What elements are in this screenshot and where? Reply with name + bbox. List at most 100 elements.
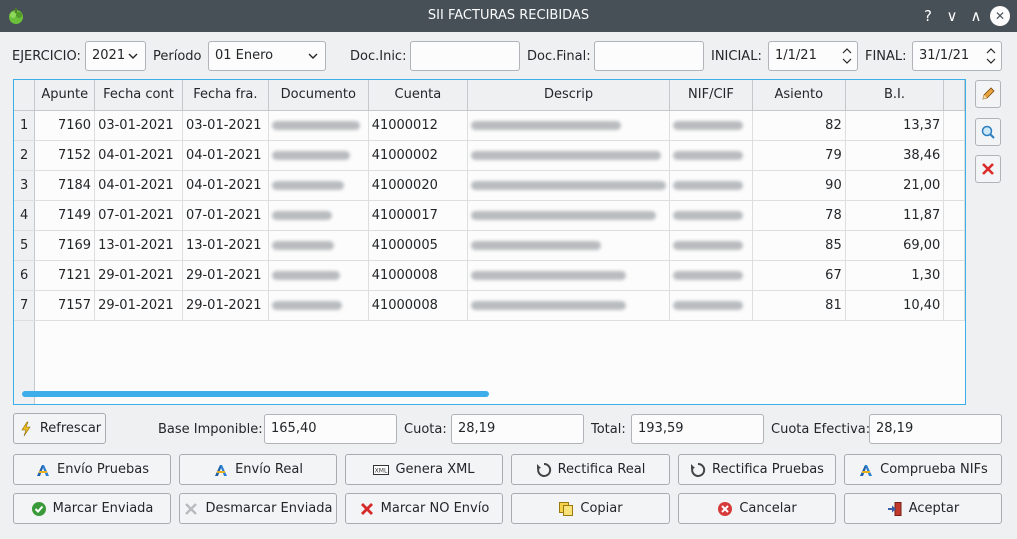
cell-bi[interactable]: 21,00	[845, 170, 945, 201]
row-number[interactable]: 2	[14, 140, 36, 171]
base-imponible-field[interactable]: 165,40	[264, 414, 397, 444]
cell-nif-redacted[interactable]	[669, 290, 753, 321]
cell-descrip-redacted[interactable]	[467, 170, 671, 201]
cell-documento-redacted[interactable]	[268, 170, 369, 201]
cell-bi[interactable]: 38,46	[845, 140, 945, 171]
cell-descrip-redacted[interactable]	[467, 110, 671, 141]
row-number[interactable]: 6	[14, 260, 36, 291]
row-number[interactable]: 5	[14, 230, 36, 261]
marcar-no-envio-button[interactable]: Marcar NO Envío	[345, 493, 503, 524]
refrescar-button[interactable]: Refrescar	[13, 413, 106, 444]
marcar-enviada-button[interactable]: Marcar Enviada	[13, 493, 171, 524]
desmarcar-enviada-button[interactable]: Desmarcar Enviada	[179, 493, 337, 524]
envio-real-button[interactable]: Envío Real	[179, 454, 337, 485]
cell-nif-redacted[interactable]	[669, 170, 753, 201]
cell-bi[interactable]: 11,87	[845, 200, 945, 231]
cell-apunte[interactable]: 7152	[34, 140, 96, 171]
table-row[interactable]: 6 7121 29-01-2021 29-01-2021 41000008 67…	[14, 260, 965, 291]
row-number[interactable]: 7	[14, 290, 36, 321]
total-field[interactable]: 193,59	[631, 414, 764, 444]
rectifica-pruebas-button[interactable]: Rectifica Pruebas	[678, 454, 836, 485]
cell-nif-redacted[interactable]	[669, 260, 753, 291]
cell-apunte[interactable]: 7160	[34, 110, 96, 141]
cell-cuenta[interactable]: 41000017	[368, 200, 469, 231]
cell-asiento[interactable]: 85	[752, 230, 846, 261]
cell-cuenta[interactable]: 41000008	[368, 290, 469, 321]
cell-asiento[interactable]: 67	[752, 260, 846, 291]
horizontal-scrollbar[interactable]	[22, 391, 489, 397]
cell-documento-redacted[interactable]	[268, 110, 369, 141]
table-row[interactable]: 3 7184 04-01-2021 04-01-2021 41000020 90…	[14, 170, 965, 201]
cell-fecha-fra[interactable]: 03-01-2021	[182, 110, 269, 141]
table-row[interactable]: 5 7169 13-01-2021 13-01-2021 41000005 85…	[14, 230, 965, 261]
cell-fecha-fra[interactable]: 29-01-2021	[182, 290, 269, 321]
cell-apunte[interactable]: 7121	[34, 260, 96, 291]
cell-fecha-fra[interactable]: 04-01-2021	[182, 170, 269, 201]
cell-apunte[interactable]: 7157	[34, 290, 96, 321]
cell-fecha-cont[interactable]: 29-01-2021	[94, 260, 183, 291]
cuota-efectiva-field[interactable]: 28,19	[869, 414, 1002, 444]
cell-descrip-redacted[interactable]	[467, 290, 671, 321]
column-header-cuenta[interactable]: Cuenta	[368, 80, 469, 111]
cell-fecha-fra[interactable]: 07-01-2021	[182, 200, 269, 231]
cell-descrip-redacted[interactable]	[467, 230, 671, 261]
cell-fecha-cont[interactable]: 07-01-2021	[94, 200, 183, 231]
column-header-nif-cif[interactable]: NIF/CIF	[669, 80, 753, 111]
column-header-apunte[interactable]: Apunte	[34, 80, 96, 111]
table-row[interactable]: 1 7160 03-01-2021 03-01-2021 41000012 82…	[14, 110, 965, 141]
cell-documento-redacted[interactable]	[268, 140, 369, 171]
cuota-field[interactable]: 28,19	[451, 414, 584, 444]
cell-fecha-cont[interactable]: 04-01-2021	[94, 170, 183, 201]
cell-cuenta[interactable]: 41000012	[368, 110, 469, 141]
cell-apunte[interactable]: 7169	[34, 230, 96, 261]
cancelar-button[interactable]: Cancelar	[678, 493, 836, 524]
comprueba-nifs-button[interactable]: Comprueba NIFs	[844, 454, 1002, 485]
periodo-select[interactable]: 01 Enero	[208, 41, 326, 71]
maximize-button[interactable]: ∧	[966, 6, 986, 26]
cell-cuenta[interactable]: 41000008	[368, 260, 469, 291]
cell-descrip-redacted[interactable]	[467, 200, 671, 231]
ejercicio-select[interactable]: 2021	[85, 41, 146, 71]
cell-asiento[interactable]: 81	[752, 290, 846, 321]
minimize-button[interactable]: ∨	[942, 6, 962, 26]
row-number[interactable]: 1	[14, 110, 36, 141]
table-row[interactable]: 4 7149 07-01-2021 07-01-2021 41000017 78…	[14, 200, 965, 231]
column-header-fecha-cont[interactable]: Fecha cont	[94, 80, 183, 111]
delete-button[interactable]	[975, 155, 1001, 183]
column-header-asiento[interactable]: Asiento	[752, 80, 846, 111]
cell-fecha-cont[interactable]: 03-01-2021	[94, 110, 183, 141]
rectifica-real-button[interactable]: Rectifica Real	[511, 454, 670, 485]
cell-cuenta[interactable]: 41000002	[368, 140, 469, 171]
row-number[interactable]: 4	[14, 200, 36, 231]
aceptar-button[interactable]: Aceptar	[844, 493, 1002, 524]
table-row[interactable]: 7 7157 29-01-2021 29-01-2021 41000008 81…	[14, 290, 965, 321]
column-header-documento[interactable]: Documento	[268, 80, 369, 111]
column-header-bi[interactable]: B.I.	[845, 80, 945, 111]
table-row[interactable]: 2 7152 04-01-2021 04-01-2021 41000002 79…	[14, 140, 965, 171]
spin-arrows-icon[interactable]	[841, 45, 853, 67]
doc-final-input[interactable]	[594, 41, 704, 71]
cell-documento-redacted[interactable]	[268, 260, 369, 291]
cell-documento-redacted[interactable]	[268, 290, 369, 321]
doc-inic-input[interactable]	[410, 41, 520, 71]
cell-bi[interactable]: 10,40	[845, 290, 945, 321]
cell-bi[interactable]: 13,37	[845, 110, 945, 141]
invoices-table[interactable]: Apunte Fecha cont Fecha fra. Documento C…	[13, 79, 966, 405]
search-button[interactable]	[975, 118, 1001, 146]
cell-apunte[interactable]: 7149	[34, 200, 96, 231]
cell-fecha-cont[interactable]: 29-01-2021	[94, 290, 183, 321]
final-date-input[interactable]: 31/1/21	[912, 41, 1002, 71]
close-window-button[interactable]: ✕	[990, 6, 1010, 26]
cell-documento-redacted[interactable]	[268, 230, 369, 261]
row-number[interactable]: 3	[14, 170, 36, 201]
cell-apunte[interactable]: 7184	[34, 170, 96, 201]
cell-cuenta[interactable]: 41000005	[368, 230, 469, 261]
cell-cuenta[interactable]: 41000020	[368, 170, 469, 201]
help-button[interactable]: ?	[918, 6, 938, 26]
cell-fecha-fra[interactable]: 29-01-2021	[182, 260, 269, 291]
cell-asiento[interactable]: 82	[752, 110, 846, 141]
cell-asiento[interactable]: 78	[752, 200, 846, 231]
cell-fecha-fra[interactable]: 04-01-2021	[182, 140, 269, 171]
envio-pruebas-button[interactable]: Envío Pruebas	[13, 454, 171, 485]
cell-nif-redacted[interactable]	[669, 110, 753, 141]
